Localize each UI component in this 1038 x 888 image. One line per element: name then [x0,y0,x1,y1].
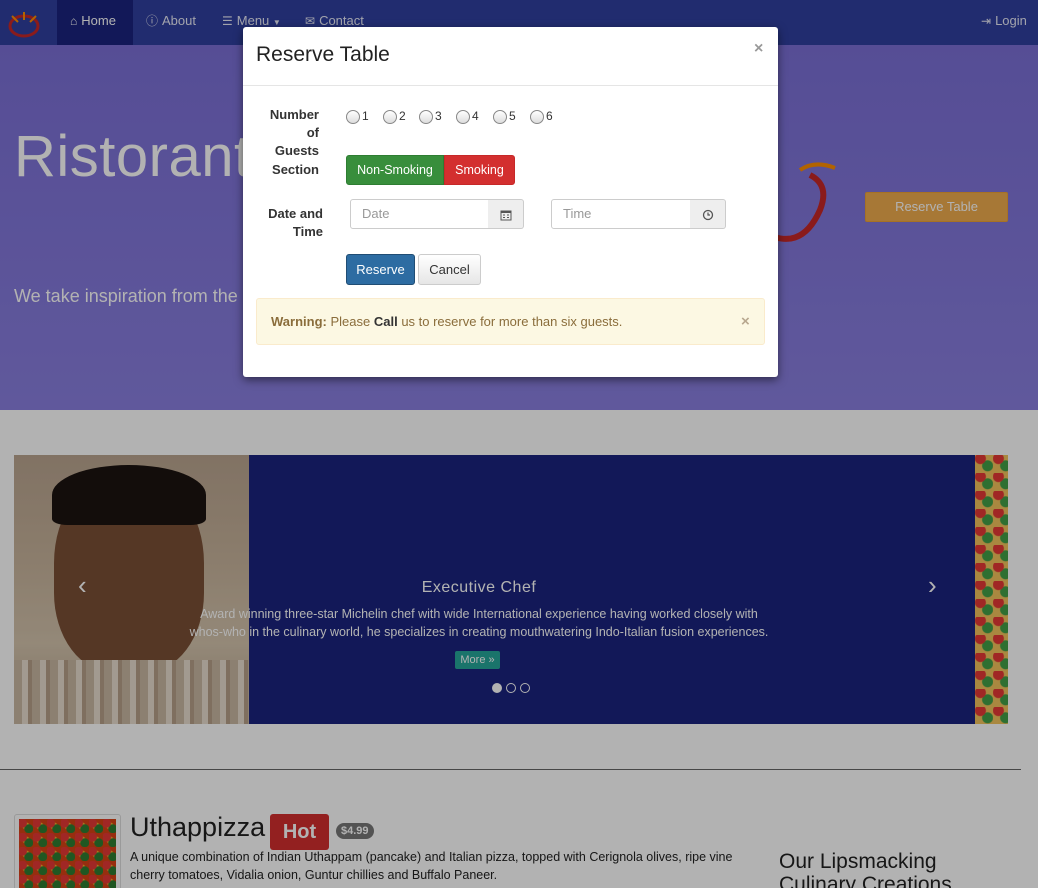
guests-radio-2[interactable]: 2 [383,109,406,124]
radio-icon [530,109,544,124]
alert-call: Call [373,314,398,329]
guests-label: Number of Guests [269,107,319,158]
calendar-icon[interactable] [488,199,524,229]
alert-strong: Warning: [271,314,327,329]
radio-icon [346,109,360,124]
modal-title: Reserve Table [256,43,390,66]
smoking-button[interactable]: Smoking [444,155,515,185]
guests-radio-3[interactable]: 3 [419,109,442,124]
close-icon[interactable]: × [741,299,750,344]
radio-icon [383,109,397,124]
warning-alert: Warning: Please Call us to reserve for m… [256,298,765,345]
guests-radio-4[interactable]: 4 [456,109,479,124]
reserve-button[interactable]: Reserve [346,254,415,285]
guests-radio-5[interactable]: 5 [493,109,516,124]
guests-radio-1[interactable]: 1 [346,109,369,124]
close-icon[interactable]: × [754,40,763,58]
clock-icon[interactable] [690,199,726,229]
modal-header: Reserve Table × [243,27,778,86]
date-input[interactable]: Date [350,199,489,229]
datetime-label: Date and Time [268,206,323,239]
radio-icon [419,109,433,124]
radio-icon [456,109,470,124]
radio-icon [493,109,507,124]
cancel-button[interactable]: Cancel [418,254,481,285]
reserve-table-modal: Reserve Table × Number of Guests 1 2 3 4… [243,27,778,377]
time-input[interactable]: Time [551,199,691,229]
non-smoking-button[interactable]: Non-Smoking [346,155,444,185]
section-label: Section [272,162,319,177]
guests-radio-6[interactable]: 6 [530,109,553,124]
